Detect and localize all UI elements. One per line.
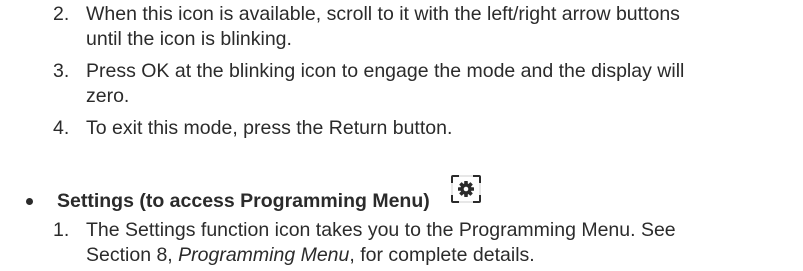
list-item: 4. To exit this mode, press the Return b… [0,116,803,141]
numbered-steps: 1. The Settings function icon takes you … [0,218,803,268]
step-text-prefix: Section 8, [86,244,179,266]
step-text-line: until the icon is blinking. [86,28,292,50]
settings-bullet: Settings (to access Programming Menu) [0,175,803,216]
step-text-line: To exit this mode, press the Return butt… [86,117,453,139]
settings-heading: Settings (to access Programming Menu) [57,190,430,212]
section-reference: Programming Menu [178,244,350,266]
list-item: 2. When this icon is available, scroll t… [0,2,803,52]
step-number: 1. [53,219,70,241]
step-text-line: When this icon is available, scroll to i… [86,3,680,25]
step-text-line: The Settings function icon takes you to … [86,219,676,241]
numbered-steps: 2. When this icon is available, scroll t… [0,2,803,141]
step-number: 4. [53,117,70,139]
document-page: 2. When this icon is available, scroll t… [0,0,803,271]
step-number: 3. [53,60,70,82]
step-text-suffix: , for complete details. [349,244,535,266]
list-item: 3. Press OK at the blinking icon to enga… [0,59,803,109]
settings-gear-icon [449,173,483,205]
step-text-line: zero. [86,85,130,107]
step-number: 2. [53,3,70,25]
list-item: 1. The Settings function icon takes you … [0,218,803,268]
bullet-dot [26,198,33,205]
step-text-line: Press OK at the blinking icon to engage … [86,60,685,82]
